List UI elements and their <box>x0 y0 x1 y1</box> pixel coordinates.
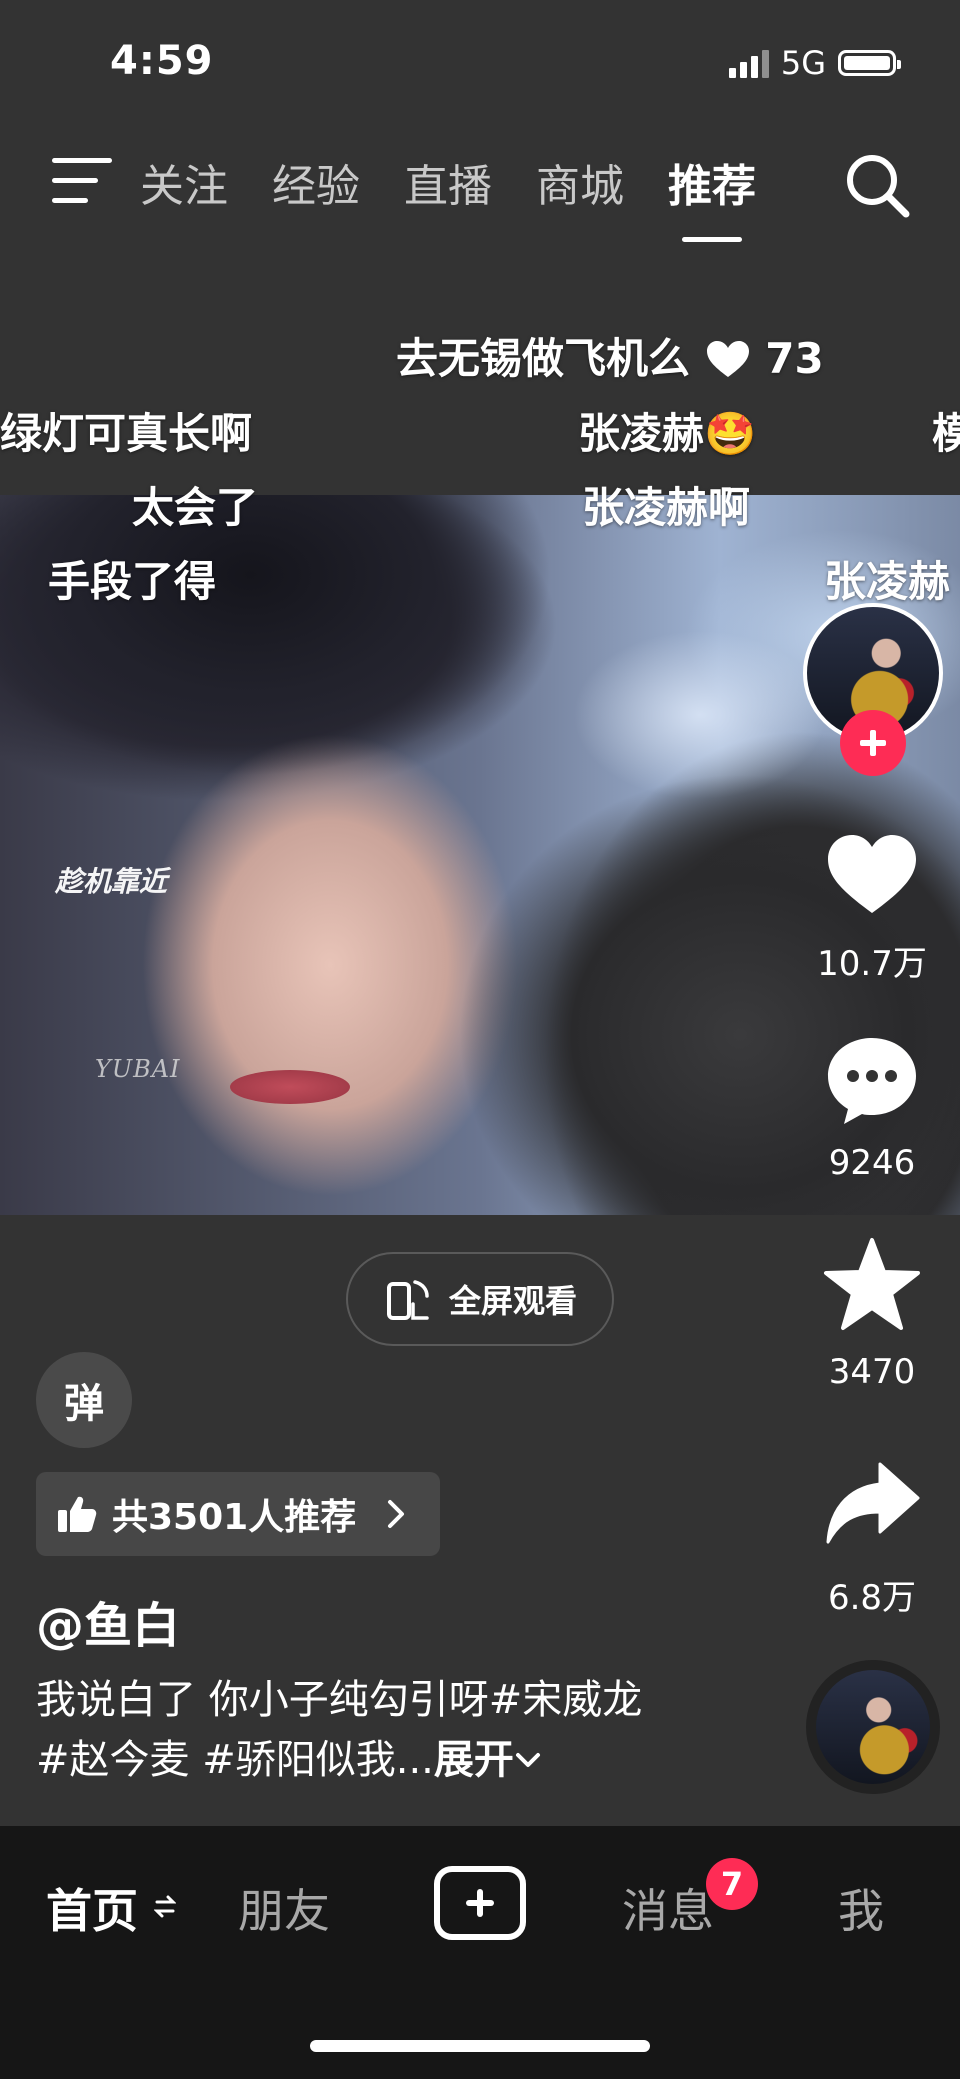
message-badge: 7 <box>706 1858 758 1910</box>
danmaku-comment: 太会了 <box>132 483 259 532</box>
top-tabs: 关注 经验 直播 商城 推荐 <box>140 150 756 242</box>
comment-icon[interactable] <box>822 1030 922 1130</box>
danmaku-comment: 绿灯可真长啊 <box>0 409 253 458</box>
tab-live[interactable]: 直播 <box>404 150 492 214</box>
fullscreen-button[interactable]: 全屏观看 <box>346 1252 614 1346</box>
tab-experience[interactable]: 经验 <box>272 150 360 214</box>
rotate-phone-icon <box>386 1280 429 1320</box>
danmaku-comment: 张凌赫 <box>824 557 951 606</box>
danmaku-toggle-button[interactable]: 弹 <box>36 1352 132 1448</box>
like-count: 10.7万 <box>817 944 927 984</box>
thumbs-up-icon <box>58 1496 97 1532</box>
follow-button[interactable] <box>840 710 906 776</box>
search-icon[interactable] <box>842 150 912 220</box>
tab-recommend[interactable]: 推荐 <box>668 150 756 242</box>
status-indicators: 5G <box>728 44 901 82</box>
share-count: 6.8万 <box>827 1578 917 1618</box>
star-favorite-icon[interactable] <box>822 1236 922 1336</box>
video-watermark: YUBAI <box>95 1055 181 1083</box>
danmaku-comment: 张凌赫🤩 <box>578 409 757 458</box>
recommend-bar[interactable]: 共3501人推荐 <box>36 1472 440 1556</box>
chevron-right-icon <box>388 1500 405 1528</box>
recommend-label: 共3501人推荐 <box>112 1497 357 1538</box>
heart-icon <box>706 341 749 377</box>
network-type: 5G <box>780 44 826 82</box>
switch-arrows-icon <box>153 1895 177 1918</box>
plus-icon <box>466 1889 494 1917</box>
danmaku-comment: 去无锡做飞机么 73 <box>396 334 824 383</box>
nav-messages[interactable]: 消息 <box>622 1875 714 1941</box>
video-caption: 趁机靠近 <box>55 865 168 898</box>
danmaku-comment: 手段了得 <box>48 557 217 606</box>
nav-friends[interactable]: 朋友 <box>238 1875 330 1941</box>
chevron-down-icon[interactable] <box>514 1749 542 1771</box>
favorite-count: 3470 <box>828 1352 916 1392</box>
danmaku-comment: 模 <box>932 409 960 458</box>
nav-me[interactable]: 我 <box>838 1875 884 1941</box>
comment-count: 9246 <box>828 1143 916 1183</box>
tab-following[interactable]: 关注 <box>140 150 228 214</box>
cellular-signal-icon <box>728 48 769 78</box>
plus-icon <box>860 730 886 756</box>
menu-icon[interactable] <box>52 158 116 208</box>
danmaku-toggle-label: 弹 <box>64 1381 104 1427</box>
tab-mall[interactable]: 商城 <box>536 150 624 214</box>
fullscreen-label: 全屏观看 <box>448 1282 577 1320</box>
danmaku-comment: 张凌赫啊 <box>582 483 751 532</box>
author-name[interactable]: @鱼白 <box>36 1586 180 1656</box>
battery-icon <box>838 50 901 76</box>
status-time: 4:59 <box>110 38 214 84</box>
music-disc[interactable] <box>806 1660 940 1794</box>
home-indicator[interactable] <box>310 2040 650 2052</box>
video-description: 我说白了 你小子纯勾引呀#宋威龙 #赵今麦 #骄阳似我...展开 <box>36 1677 643 1783</box>
expand-link[interactable]: 展开 <box>434 1737 514 1783</box>
share-arrow-icon[interactable] <box>822 1456 922 1556</box>
nav-home[interactable]: 首页 <box>46 1875 177 1941</box>
create-post-button[interactable] <box>434 1866 526 1940</box>
like-heart-icon[interactable] <box>822 825 922 925</box>
